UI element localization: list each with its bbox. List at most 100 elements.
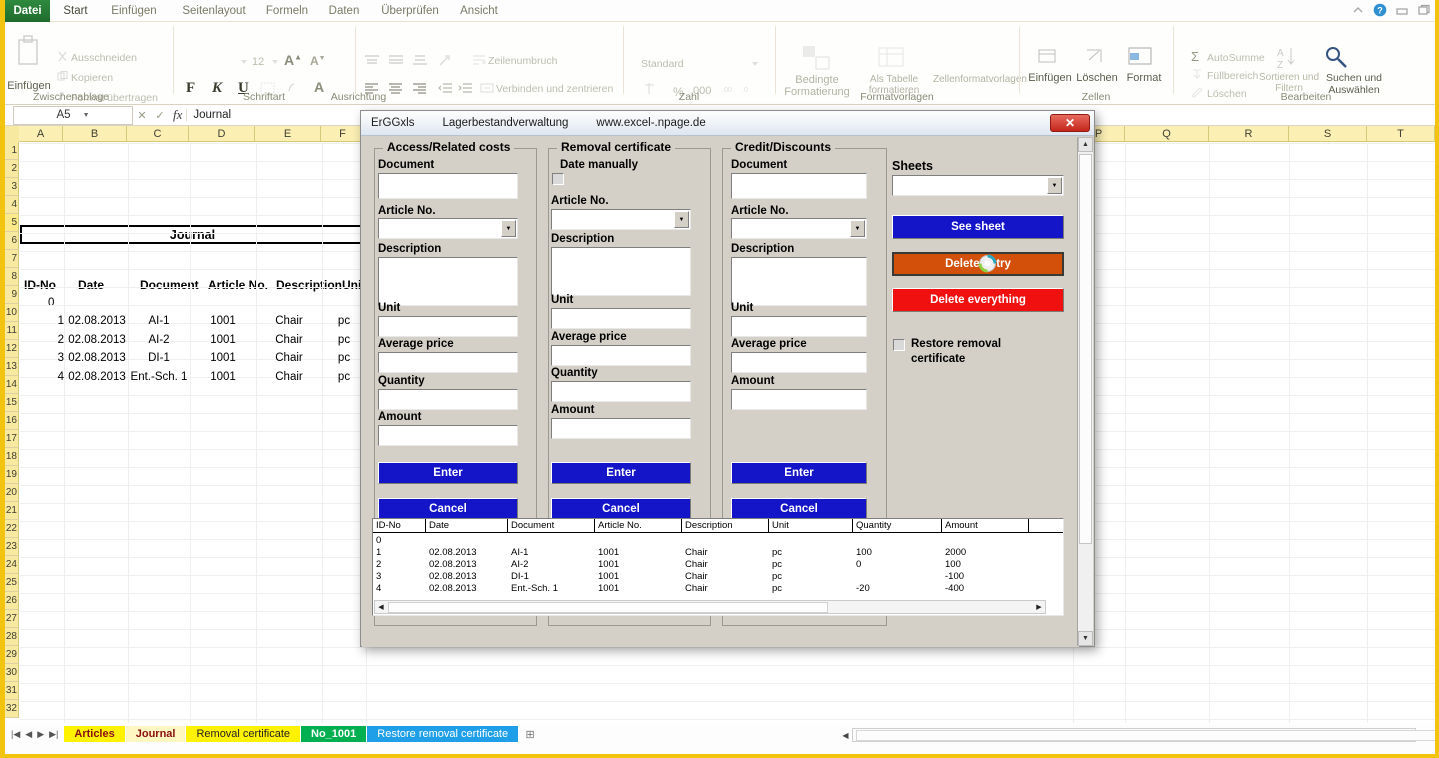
autosum-label[interactable]: AutoSumme [1207,52,1265,64]
row-header-8[interactable]: 8 [5,268,19,286]
format-as-table-icon[interactable] [877,44,907,72]
hscroll-left-arrow-icon[interactable]: ◀ [839,731,852,740]
row-header-20[interactable]: 20 [5,484,19,502]
conditional-formatting-icon[interactable] [801,44,831,72]
hscroll-thumb[interactable] [856,730,1435,741]
insert-cells-icon[interactable] [1037,44,1063,68]
format-cells-label[interactable]: Format [1119,72,1169,84]
row-header-30[interactable]: 30 [5,664,19,682]
tab-daten[interactable]: Daten [319,0,369,22]
sheets-chevron-icon[interactable]: ▼ [1047,177,1062,194]
row-header-21[interactable]: 21 [5,502,19,520]
dg-cell-doc[interactable]: AI-1 [511,547,528,558]
row-header-29[interactable]: 29 [5,646,19,664]
column-header-s[interactable]: S [1289,126,1367,142]
row-header-15[interactable]: 15 [5,394,19,412]
access-avgprice-input[interactable] [378,352,518,373]
wrap-text-icon[interactable] [472,54,486,66]
journal-cell-unit[interactable]: pc [324,334,364,346]
row-header-5[interactable]: 5 [5,214,19,232]
journal-cell-unit[interactable]: pc [324,352,364,364]
dg-cell-amt[interactable]: -400 [945,583,964,594]
autosum-icon[interactable]: Σ [1191,49,1199,64]
dg-cell-date[interactable]: 02.08.2013 [429,571,477,582]
removal-date-manually-checkbox[interactable] [552,173,564,185]
journal-cell-unit[interactable]: pc [324,371,364,383]
row-header-26[interactable]: 26 [5,592,19,610]
removal-quantity-input[interactable] [551,381,691,402]
dg-cell-id[interactable]: 3 [376,571,381,582]
access-unit-input[interactable] [378,316,518,337]
wrap-text-label[interactable]: Zeilenumbruch [488,55,557,67]
credit-unit-input[interactable] [731,316,867,337]
dg-cell-id[interactable]: 2 [376,559,381,570]
credit-avgprice-input[interactable] [731,352,867,373]
dg-cell-id[interactable]: 1 [376,547,381,558]
tab-ueberpruefen[interactable]: Überprüfen [371,0,449,22]
journal-cell-unit[interactable]: pc [324,315,364,327]
hscroll-track[interactable] [852,728,1435,742]
column-header-t[interactable]: T [1367,126,1435,142]
row-header-32[interactable]: 32 [5,700,19,718]
row-header-28[interactable]: 28 [5,628,19,646]
find-select-icon[interactable] [1323,44,1351,70]
dg-cell-desc[interactable]: Chair [685,571,708,582]
restore-icon[interactable] [1417,3,1431,17]
fill-icon[interactable] [1191,68,1203,80]
dialog-vertical-scrollbar[interactable]: ▲ ▼ [1077,137,1093,646]
dg-cell-unit[interactable]: pc [772,547,782,558]
journal-cell-art[interactable]: 1001 [192,315,254,327]
dg-cell-unit[interactable]: pc [772,559,782,570]
journal-cell-doc[interactable]: Ent.-Sch. 1 [130,371,188,383]
merge-center-label[interactable]: Verbinden und zentrieren [496,83,613,95]
dg-cell-date[interactable]: 02.08.2013 [429,547,477,558]
row-header-18[interactable]: 18 [5,448,19,466]
row-header-14[interactable]: 14 [5,376,19,394]
dg-cell-doc[interactable]: Ent.-Sch. 1 [511,583,558,594]
dg-cell-desc[interactable]: Chair [685,559,708,570]
access-description-input[interactable] [378,257,518,306]
name-box[interactable]: A5 ▼ [13,105,133,125]
font-size-chevron-icon[interactable] [271,58,279,66]
row-header-3[interactable]: 3 [5,178,19,196]
credit-document-input[interactable] [731,173,867,199]
paste-icon[interactable] [15,34,43,70]
credit-article-chevron-icon[interactable]: ▼ [850,220,865,237]
insert-cells-label[interactable]: Einfügen [1025,72,1075,84]
removal-unit-input[interactable] [551,308,691,329]
dialog-close-button[interactable]: ✕ [1050,114,1090,132]
column-header-q[interactable]: Q [1125,126,1209,142]
sheet-tab-restore-removal-certificate[interactable]: Restore removal certificate [367,726,519,742]
journal-zero-cell[interactable]: 0 [48,297,54,309]
format-cells-icon[interactable] [1127,44,1155,68]
access-quantity-input[interactable] [378,389,518,410]
restore-removal-certificate-checkbox[interactable] [893,339,905,351]
row-header-19[interactable]: 19 [5,466,19,484]
dg-cell-unit[interactable]: pc [772,583,782,594]
grow-font-icon[interactable]: A▲ [284,52,302,68]
journal-cell-id[interactable]: 2 [24,334,64,346]
row-header-27[interactable]: 27 [5,610,19,628]
dg-hscroll-left-icon[interactable]: ◀ [375,603,387,611]
access-amount-input[interactable] [378,425,518,446]
journal-cell-date[interactable]: 02.08.2013 [68,371,126,383]
row-header-13[interactable]: 13 [5,358,19,376]
nav-next-icon[interactable]: ▶ [37,729,44,740]
dg-cell-art[interactable]: 1001 [598,547,619,558]
nav-prev-icon[interactable]: ◀ [25,729,32,740]
row-header-23[interactable]: 23 [5,538,19,556]
column-header-f[interactable]: F [321,126,365,142]
sort-filter-icon[interactable]: AZ [1275,44,1301,70]
column-header-b[interactable]: B [63,126,127,142]
orientation-icon[interactable] [438,54,454,67]
removal-article-chevron-icon[interactable]: ▼ [674,211,689,228]
number-format-value[interactable]: Standard [641,58,684,70]
credit-cancel-button[interactable]: Cancel [731,498,867,520]
journal-cell-date[interactable]: 02.08.2013 [68,352,126,364]
journal-cell-id[interactable]: 4 [24,371,64,383]
dg-hscroll-right-icon[interactable]: ▶ [1033,603,1045,611]
row-header-22[interactable]: 22 [5,520,19,538]
dialog-scroll-down-icon[interactable]: ▼ [1078,631,1093,646]
dg-cell-art[interactable]: 1001 [598,583,619,594]
removal-enter-button[interactable]: Enter [551,462,691,484]
